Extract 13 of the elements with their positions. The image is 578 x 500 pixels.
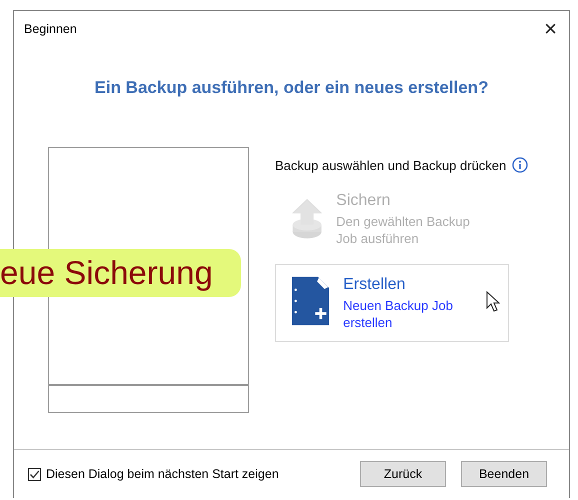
window-title: Beginnen xyxy=(24,22,77,36)
close-button[interactable]: × xyxy=(540,18,561,40)
dialog-heading: Ein Backup ausführen, oder ein neues erstellen? xyxy=(94,77,490,99)
callout-tooltip: eue Sicherung xyxy=(0,249,241,297)
new-document-icon xyxy=(292,275,330,327)
create-backup-button[interactable]: Erstellen Neuen Backup Job erstellen xyxy=(275,264,509,342)
instruction-text: Backup auswählen und Backup drücken xyxy=(275,158,506,172)
info-icon[interactable] xyxy=(512,157,528,173)
finish-button[interactable]: Beenden xyxy=(461,461,547,487)
show-dialog-checkbox[interactable] xyxy=(28,468,41,480)
back-button[interactable]: Zurück xyxy=(360,461,446,487)
mouse-cursor-icon xyxy=(486,291,500,313)
checkbox-label: Diesen Dialog beim nächsten Start zeigen xyxy=(46,467,279,481)
